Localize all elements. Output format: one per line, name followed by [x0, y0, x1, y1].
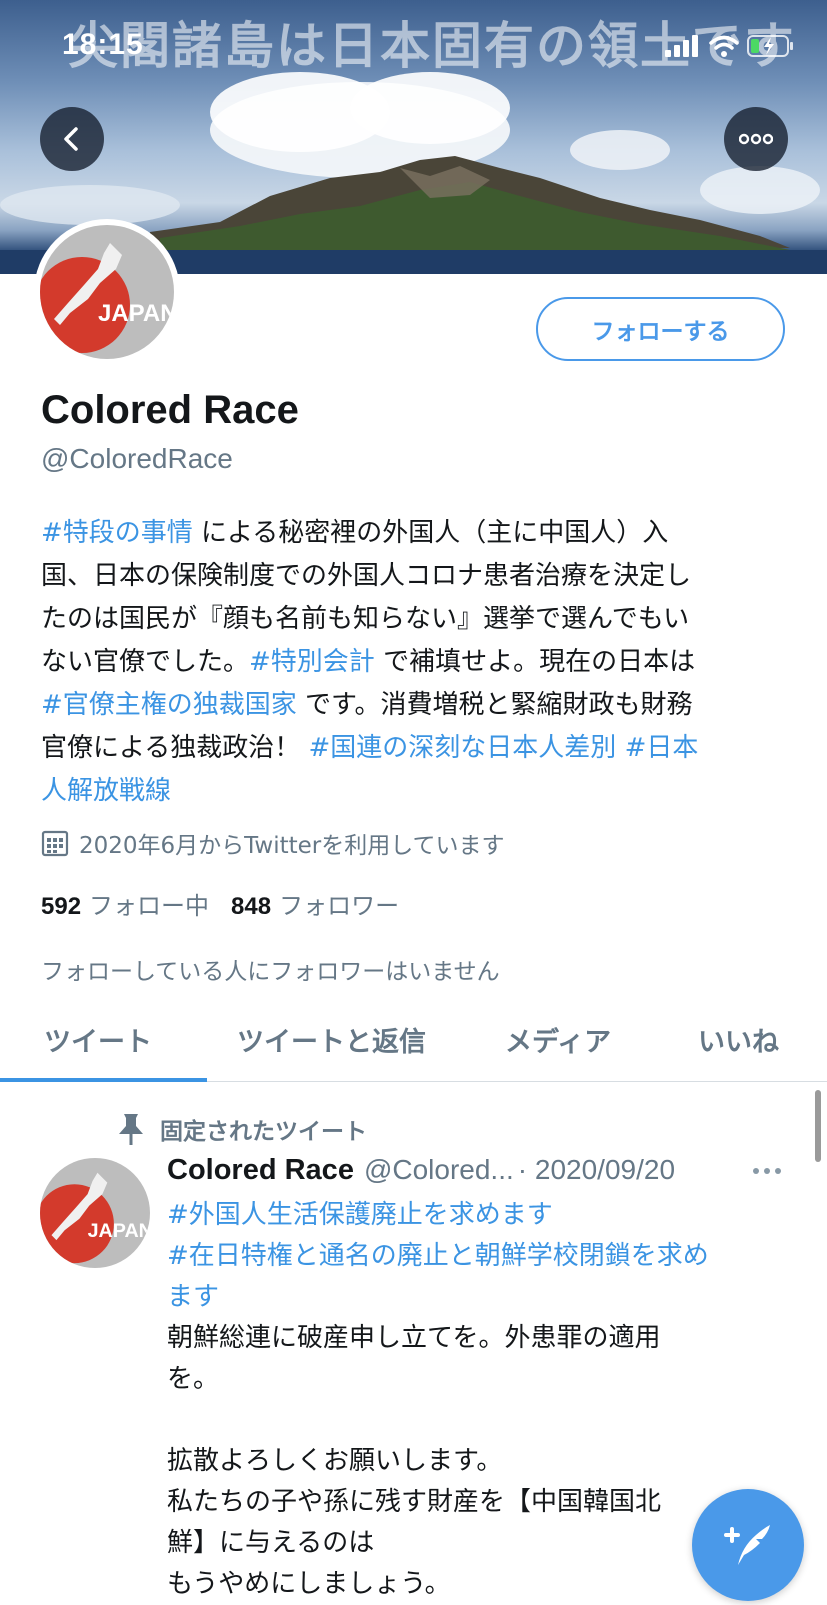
bio-line: 国、日本の保険制度での外国人コロナ患者治療を決定し: [41, 555, 801, 598]
calendar-icon: [41, 830, 69, 857]
profile-bio: #特段の事情 による秘密裡の外国人（主に中国人）入国、日本の保険制度での外国人コ…: [41, 512, 801, 813]
more-horizontal-icon: [739, 133, 773, 145]
follow-stats: 592 フォロー中 848 フォロワー: [41, 886, 399, 921]
user-handle: @ColoredRace: [41, 443, 233, 474]
back-button[interactable]: [40, 107, 104, 171]
following-label: フォロー中: [89, 892, 210, 920]
bio-text: ない官僚でした。: [41, 647, 250, 677]
hashtag-link[interactable]: #特別会計: [249, 647, 375, 677]
hashtag-link[interactable]: 人解放戦線: [41, 776, 171, 806]
tweet-date: · 2020/09/20: [517, 1154, 676, 1185]
bio-line: 官僚による独裁政治！ #国連の深刻な日本人差別 #日本: [41, 727, 801, 770]
tweet-author-handle: @Colored...: [363, 1154, 514, 1185]
tweet-author-name[interactable]: Colored Race: [167, 1154, 354, 1187]
bio-line: ない官僚でした。#特別会計 で補填せよ。現在の日本は: [41, 641, 801, 684]
tweet-text-line: もうやめにしましょう。: [167, 1569, 451, 1599]
status-icons: [665, 34, 795, 58]
bio-text: による秘密裡の外国人（主に中国人）入: [192, 518, 669, 548]
tweet-more-button[interactable]: [752, 1160, 782, 1179]
avatar-image: JAPAN: [40, 225, 174, 359]
tweet-text-line: 拡散よろしくお願いします。: [167, 1446, 503, 1476]
follow-button[interactable]: フォローする: [536, 297, 785, 361]
joined-date: 2020年6月からTwitterを利用しています: [41, 826, 505, 860]
tweet-header: Colored Race @Colored... · 2020/09/20: [167, 1154, 787, 1187]
tweet-text-line: を。: [167, 1364, 220, 1394]
tab-media[interactable]: メディア: [505, 1020, 611, 1059]
bio-text: 国、日本の保険制度での外国人コロナ患者治療を決定し: [41, 561, 692, 591]
bio-text: [616, 733, 624, 763]
no-mutual-followers: フォローしている人にフォロワーはいません: [41, 959, 500, 985]
tab-tweets[interactable]: ツイート: [44, 1020, 152, 1059]
tweet-more-icon: [753, 1168, 781, 1174]
hashtag-link[interactable]: #日本: [625, 733, 699, 763]
bio-text: で補填せよ。現在の日本は: [374, 647, 696, 677]
more-options-button[interactable]: [724, 107, 788, 171]
svg-text:JAPAN: JAPAN: [88, 1220, 150, 1242]
bio-text: たのは国民が『顔も名前も知らない』選挙で選んでもい: [41, 604, 690, 634]
status-time: 18:15: [62, 28, 144, 61]
hashtag-link[interactable]: #官僚主権の独裁国家: [41, 690, 297, 720]
followers-label: フォロワー: [279, 892, 400, 920]
signal-icon: [665, 35, 698, 57]
tweet-text-line: 私たちの子や孫に残す財産を【中国韓国北: [167, 1487, 662, 1517]
bio-text: 官僚による独裁政治！: [41, 733, 309, 763]
display-name: Colored Race: [41, 388, 299, 432]
pin-label-text: 固定されたツイート: [160, 1119, 367, 1145]
bio-line: #官僚主権の独裁国家 です。消費増税と緊縮財政も財務: [41, 684, 801, 727]
compose-tweet-button[interactable]: [692, 1489, 804, 1601]
tab-likes[interactable]: いいね: [698, 1020, 779, 1059]
tweet-hashtag-link[interactable]: #外国人生活保護廃止を求めます: [167, 1195, 767, 1236]
compose-tweet-icon: [724, 1525, 770, 1565]
profile-tabs: ツイート ツイートと返信 メディア いいね: [0, 1012, 827, 1082]
wifi-icon: [709, 35, 739, 57]
pin-icon: [119, 1114, 143, 1145]
followers-count: 848: [231, 893, 272, 920]
tab-tweets-and-replies[interactable]: ツイートと返信: [237, 1020, 426, 1059]
bio-line: #特段の事情 による秘密裡の外国人（主に中国人）入: [41, 512, 801, 555]
followers-link[interactable]: 848 フォロワー: [231, 886, 399, 921]
following-link[interactable]: 592 フォロー中: [41, 886, 209, 921]
tweet-hashtag-link[interactable]: ます: [167, 1277, 767, 1318]
pinned-tweet-label: 固定されたツイート: [116, 1112, 367, 1146]
japan-avatar-graphic: JAPAN: [40, 225, 174, 359]
following-count: 592: [41, 893, 82, 920]
svg-text:JAPAN: JAPAN: [98, 300, 174, 327]
back-arrow-icon: [64, 127, 78, 151]
japan-avatar-graphic-small: JAPAN: [40, 1158, 150, 1268]
tweet-text-line: 朝鮮総連に破産申し立てを。外患罪の適用: [167, 1323, 661, 1353]
hashtag-link[interactable]: #国連の深刻な日本人差別: [309, 733, 617, 763]
bio-line: 人解放戦線: [41, 770, 801, 813]
bio-text: です。消費増税と緊縮財政も財務: [296, 690, 693, 720]
active-tab-indicator: [0, 1078, 207, 1082]
profile-avatar[interactable]: JAPAN: [34, 219, 180, 365]
tweet-text-line: 鮮】に与えるのは: [167, 1528, 375, 1558]
bio-line: たのは国民が『顔も名前も知らない』選挙で選んでもい: [41, 598, 801, 641]
battery-icon: [747, 35, 793, 57]
scrollbar[interactable]: [815, 1090, 821, 1162]
hashtag-link[interactable]: #特段の事情: [41, 518, 193, 548]
joined-text: 2020年6月からTwitterを利用しています: [79, 833, 505, 859]
tweet-avatar[interactable]: JAPAN: [40, 1158, 150, 1268]
tweet-hashtag-link[interactable]: #在日特権と通名の廃止と朝鮮学校閉鎖を求め: [167, 1236, 767, 1277]
tweet-body: #外国人生活保護廃止を求めます #在日特権と通名の廃止と朝鮮学校閉鎖を求め ます朝鮮…: [167, 1195, 767, 1605]
